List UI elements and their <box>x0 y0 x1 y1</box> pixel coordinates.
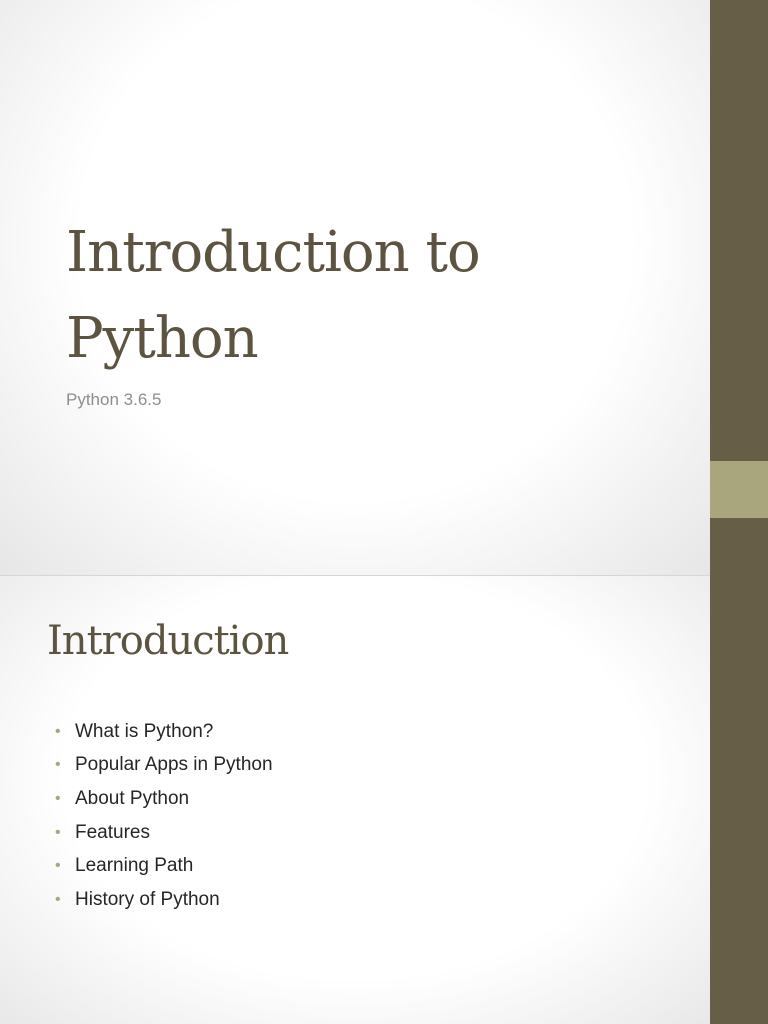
list-item: • Learning Path <box>55 849 273 883</box>
list-item-text: Features <box>75 821 150 843</box>
slide-2-heading: Introduction <box>47 618 289 664</box>
document-page: Introduction to Python Python 3.6.5 Intr… <box>0 0 768 1024</box>
list-item-text: About Python <box>75 787 190 809</box>
slide-title: Introduction to Python Python 3.6.5 <box>0 0 710 575</box>
list-item: • Popular Apps in Python <box>55 749 273 783</box>
list-item: • About Python <box>55 782 273 816</box>
list-item: • What is Python? <box>55 715 273 749</box>
list-item: • Features <box>55 816 273 850</box>
bullet-icon: • <box>55 857 61 875</box>
slide-title-heading: Introduction to Python <box>66 220 481 371</box>
slide-subtitle: Python 3.6.5 <box>66 390 162 409</box>
bullet-icon: • <box>55 823 61 841</box>
bullet-list: • What is Python? • Popular Apps in Pyth… <box>55 715 273 917</box>
bullet-icon: • <box>55 756 61 774</box>
list-item-text: History of Python <box>75 888 220 910</box>
list-item-text: Popular Apps in Python <box>75 754 273 776</box>
list-item-text: Learning Path <box>75 855 194 877</box>
bullet-icon: • <box>55 722 61 740</box>
bullet-icon: • <box>55 890 61 908</box>
list-item-text: What is Python? <box>75 720 214 742</box>
bullet-icon: • <box>55 789 61 807</box>
list-item: • History of Python <box>55 883 273 917</box>
sidebar-accent-block <box>710 461 768 518</box>
